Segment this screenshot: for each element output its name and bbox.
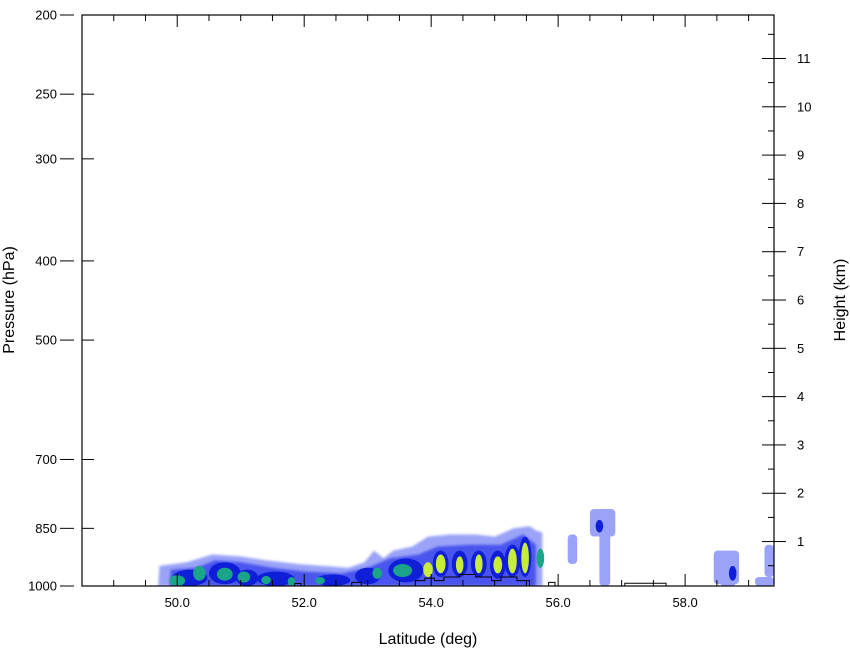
contour-cell xyxy=(393,564,413,577)
x-tick-label: 50.0 xyxy=(165,595,190,610)
y-tick-label: 300 xyxy=(35,151,57,166)
contour-cell xyxy=(287,577,296,586)
y-axis-pressure: 200 250 300 400 500 700 850 1000 xyxy=(28,8,94,594)
contour-patch xyxy=(764,544,774,578)
contour-cell xyxy=(193,565,206,581)
x-tick-label: 52.0 xyxy=(292,595,317,610)
y-tick-label: 700 xyxy=(35,452,57,467)
x-tick-label: 58.0 xyxy=(672,595,697,610)
contour-cell xyxy=(372,567,383,579)
y-tick-label: 200 xyxy=(35,8,57,23)
contour-cell xyxy=(475,554,483,574)
y-tick-label: 250 xyxy=(35,87,57,102)
contour-cell xyxy=(261,576,271,585)
y2-tick-label: 3 xyxy=(797,437,804,452)
x-axis: 50.0 52.0 54.0 56.0 58.0 xyxy=(81,15,750,610)
contour-cell xyxy=(595,519,604,533)
contour-cell xyxy=(728,565,737,581)
plot-area xyxy=(81,14,775,587)
y-tick-label: 500 xyxy=(35,333,57,348)
contour-cell xyxy=(237,571,251,583)
y-tick-label: 400 xyxy=(35,253,57,268)
x-axis-title: Latitude (deg) xyxy=(379,631,478,648)
x-tick-label: 54.0 xyxy=(419,595,444,610)
y2-tick-label: 9 xyxy=(797,148,804,163)
y2-tick-label: 5 xyxy=(797,341,804,356)
y2-tick-label: 2 xyxy=(797,486,804,501)
y2-tick-label: 10 xyxy=(797,99,811,114)
y2-axis-title: Height (km) xyxy=(832,259,849,342)
contour-cell xyxy=(521,542,529,574)
y2-tick-label: 1 xyxy=(797,534,804,549)
contour-patch xyxy=(599,532,611,586)
contour-cell xyxy=(455,556,464,574)
contour-cell xyxy=(435,554,446,574)
y-axis-title: Pressure (hPa) xyxy=(1,246,18,354)
contour-patch xyxy=(567,534,578,564)
y-axis-height: 1 2 3 4 5 6 7 8 9 10 11 xyxy=(762,33,811,567)
y2-tick-label: 8 xyxy=(797,196,804,211)
contour-patch xyxy=(755,577,774,586)
y2-tick-label: 11 xyxy=(797,51,811,66)
y-tick-label: 850 xyxy=(35,521,57,536)
contour-cell xyxy=(508,548,517,574)
y-tick-label: 1000 xyxy=(28,579,57,594)
y2-tick-label: 6 xyxy=(797,293,804,308)
contour-patch xyxy=(589,509,616,537)
chart: 50.0 52.0 54.0 56.0 58.0 200 250 300 400 500 700 8… xyxy=(1,8,849,649)
contour-cell xyxy=(493,556,503,574)
x-tick-label: 56.0 xyxy=(545,595,570,610)
contour-cell xyxy=(536,548,545,568)
y2-tick-label: 7 xyxy=(797,244,804,259)
plot-frame xyxy=(81,14,775,587)
y2-tick-label: 4 xyxy=(797,389,804,404)
contour-cell xyxy=(315,577,325,585)
contour-cell xyxy=(216,567,233,581)
